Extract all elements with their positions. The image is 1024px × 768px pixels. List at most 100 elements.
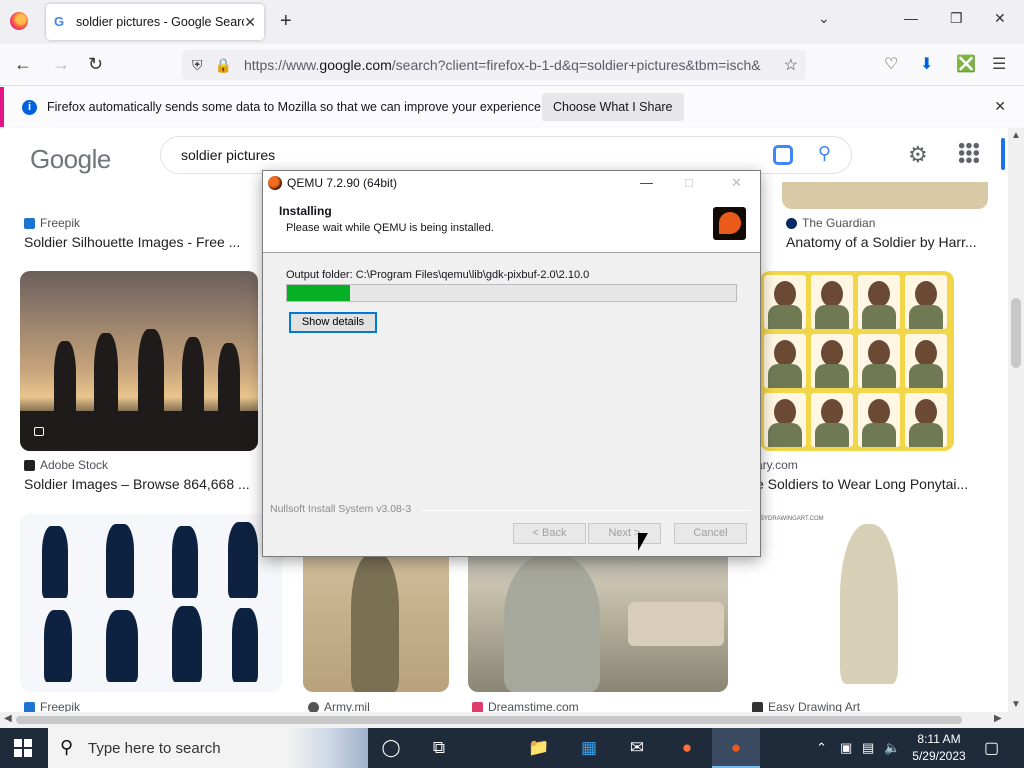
scroll-up-icon[interactable]: ▲ (1011, 130, 1021, 141)
new-tab-button[interactable]: + (280, 10, 292, 33)
data-notification-bar: i Firefox automatically sends some data … (0, 87, 1024, 127)
result-source[interactable]: Dreamstime.com (472, 700, 579, 712)
image-icon (34, 427, 44, 436)
mouse-cursor-icon (638, 533, 648, 551)
vertical-scroll-thumb[interactable] (1011, 298, 1021, 368)
show-details-button[interactable]: Show details (289, 312, 377, 333)
horizontal-scroll-thumb[interactable] (16, 716, 962, 724)
result-source[interactable]: Freepik (24, 216, 80, 230)
nsis-branding: Nullsoft Install System v3.08-3 (270, 503, 412, 515)
search-icon[interactable]: ⚲ (818, 143, 831, 164)
downloads-icon[interactable]: ⬇ (920, 54, 933, 74)
result-source[interactable]: ary.com (756, 458, 798, 472)
qemu-installer-dialog: QEMU 7.2.90 (64bit) — □ ✕ Installing Ple… (262, 170, 761, 557)
windows-start-icon[interactable] (14, 739, 32, 757)
install-progress-bar (286, 284, 737, 302)
pocket-icon[interactable]: ♡ (884, 54, 898, 74)
qemu-taskbar-button[interactable]: ● (712, 728, 760, 768)
choose-what-i-share-button[interactable]: Choose What I Share (542, 93, 684, 121)
mail-icon[interactable]: ✉ (626, 737, 648, 759)
cancel-button[interactable]: Cancel (674, 523, 747, 544)
next-button[interactable]: Next > (588, 523, 661, 544)
tab-close-icon[interactable]: ✕ (244, 14, 256, 31)
branding-divider (421, 510, 750, 511)
info-icon: i (22, 99, 37, 115)
settings-gear-icon[interactable]: ⚙ (908, 142, 928, 168)
menu-icon[interactable]: ☰ (992, 54, 1006, 74)
nav-bar: ← → ↻ ⛨ 🔒 https://www.google.com/search?… (0, 44, 1024, 86)
result-image[interactable] (760, 271, 954, 451)
clock-time: 8:11 AM (917, 732, 961, 746)
task-view-icon[interactable]: ⧉ (428, 737, 450, 759)
extensions-icon[interactable]: ❎ (956, 54, 976, 74)
firefox-icon[interactable] (10, 12, 28, 30)
google-apps-icon[interactable] (958, 142, 980, 164)
result-source[interactable]: Freepik (24, 700, 80, 712)
horizontal-scrollbar[interactable]: ◀ ▶ (0, 712, 1024, 728)
scroll-right-icon[interactable]: ▶ (994, 713, 1002, 724)
minimize-icon[interactable]: — (904, 10, 918, 26)
file-explorer-icon[interactable]: 📁 (528, 737, 550, 759)
install-progress-fill (287, 285, 350, 301)
dialog-maximize-icon: □ (685, 175, 693, 190)
output-folder-text: Output folder: C:\Program Files\qemu\lib… (286, 269, 590, 281)
dialog-title: QEMU 7.2.90 (64bit) (287, 176, 398, 190)
result-image[interactable]: EASYDRAWINGART.COM (748, 514, 988, 692)
result-source[interactable]: Easy Drawing Art (752, 700, 860, 712)
result-source[interactable]: Army.mil (308, 700, 370, 712)
google-favicon-icon: G (54, 14, 65, 29)
taskbar-search-box[interactable]: ⚲ Type here to search (48, 728, 368, 768)
qemu-app-icon (268, 176, 282, 190)
lock-icon[interactable]: 🔒 (215, 57, 232, 74)
taskbar: ⚲ Type here to search ◯ ⧉ 📁 ▦ ✉ ● ● ⌃ ▣ … (0, 728, 1024, 768)
result-title[interactable]: Soldier Images – Browse 864,668 ... (24, 476, 258, 492)
list-all-tabs-icon[interactable]: ⌄ (818, 10, 830, 27)
installing-subheading: Please wait while QEMU is being installe… (286, 222, 494, 234)
meet-now-icon[interactable]: ▣ (840, 740, 852, 756)
sign-in-button[interactable] (1001, 138, 1005, 170)
url-text[interactable]: https://www.google.com/search?client=fir… (244, 57, 774, 73)
back-button[interactable]: < Back (513, 523, 586, 544)
bookmark-star-icon[interactable]: ☆ (784, 55, 798, 75)
maximize-icon[interactable]: ❐ (950, 10, 963, 27)
qemu-taskbar-icon: ● (730, 738, 742, 757)
result-title[interactable]: Soldier Silhouette Images - Free ... (24, 234, 258, 250)
result-image[interactable] (20, 271, 258, 451)
image-watermark: EASYDRAWINGART.COM (752, 516, 824, 522)
taskbar-search-icon: ⚲ (60, 737, 74, 757)
tracking-shield-icon[interactable]: ⛨ (192, 57, 203, 74)
result-image[interactable] (20, 514, 282, 692)
forward-icon[interactable]: → (52, 54, 70, 75)
network-icon[interactable]: ▤ (862, 740, 874, 756)
result-title[interactable]: e Soldiers to Wear Long Ponytai... (756, 476, 986, 492)
tab-google-search[interactable]: G soldier pictures - Google Search ✕ (46, 4, 264, 40)
result-title[interactable]: Anatomy of a Soldier by Harr... (786, 234, 986, 250)
scroll-down-icon[interactable]: ▼ (1011, 699, 1021, 710)
dialog-close-icon: ✕ (731, 175, 742, 190)
reload-icon[interactable]: ↻ (88, 54, 103, 75)
google-lens-icon[interactable] (773, 145, 793, 165)
volume-muted-icon[interactable]: 🔈 (884, 740, 900, 756)
notification-close-icon[interactable]: ✕ (994, 98, 1006, 115)
dialog-title-bar[interactable]: QEMU 7.2.90 (64bit) — □ ✕ (263, 171, 760, 195)
taskbar-search-placeholder: Type here to search (88, 739, 221, 757)
result-source[interactable]: The Guardian (786, 216, 875, 230)
url-bar[interactable]: ⛨ 🔒 https://www.google.com/search?client… (182, 50, 806, 80)
back-icon[interactable]: ← (14, 54, 32, 75)
vertical-scrollbar[interactable]: ▲ ▼ (1008, 128, 1024, 712)
firefox-taskbar-icon[interactable]: ● (676, 737, 698, 759)
search-box[interactable]: soldier pictures ⚲ (160, 136, 852, 174)
google-logo[interactable]: Google (30, 144, 111, 175)
result-image[interactable] (782, 182, 988, 209)
result-source[interactable]: Adobe Stock (24, 458, 108, 472)
search-input[interactable]: soldier pictures (181, 147, 275, 163)
cortana-icon[interactable]: ◯ (380, 737, 402, 759)
installing-heading: Installing (279, 204, 332, 218)
taskbar-clock[interactable]: 8:11 AM 5/29/2023 (906, 731, 972, 765)
show-hidden-icons-icon[interactable]: ⌃ (816, 740, 827, 756)
scroll-left-icon[interactable]: ◀ (4, 713, 12, 724)
dialog-minimize-icon[interactable]: — (640, 171, 653, 195)
microsoft-store-icon[interactable]: ▦ (578, 737, 600, 759)
notifications-icon[interactable]: ▢ (984, 738, 999, 758)
close-window-icon[interactable]: ✕ (994, 10, 1006, 27)
